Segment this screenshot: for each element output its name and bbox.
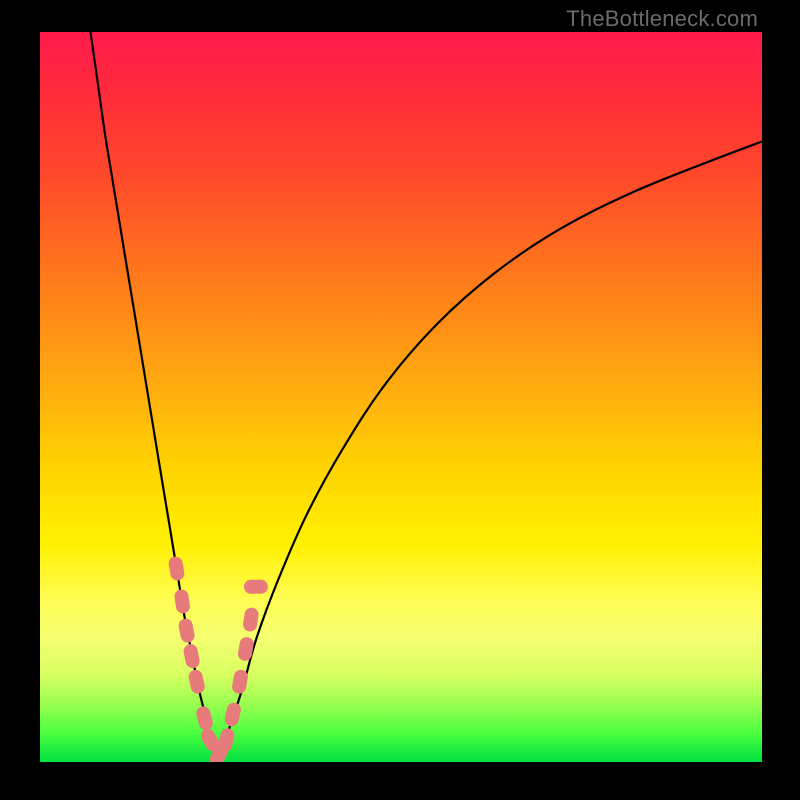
- chart-frame: TheBottleneck.com: [0, 0, 800, 800]
- highlight-marker: [174, 589, 191, 615]
- highlight-marker: [182, 643, 200, 669]
- plot-area: [40, 32, 762, 762]
- highlight-marker: [244, 580, 268, 594]
- highlighted-points: [168, 555, 268, 762]
- highlight-marker: [168, 555, 186, 581]
- highlight-marker: [231, 669, 249, 695]
- watermark-text: TheBottleneck.com: [566, 6, 758, 32]
- curve-layer: [40, 32, 762, 762]
- highlight-marker: [237, 636, 255, 662]
- highlight-marker: [195, 705, 215, 732]
- highlight-marker: [177, 617, 195, 643]
- highlight-marker: [187, 668, 206, 694]
- right-branch-line: [217, 142, 762, 763]
- highlight-marker: [242, 607, 259, 633]
- highlight-marker: [223, 701, 242, 727]
